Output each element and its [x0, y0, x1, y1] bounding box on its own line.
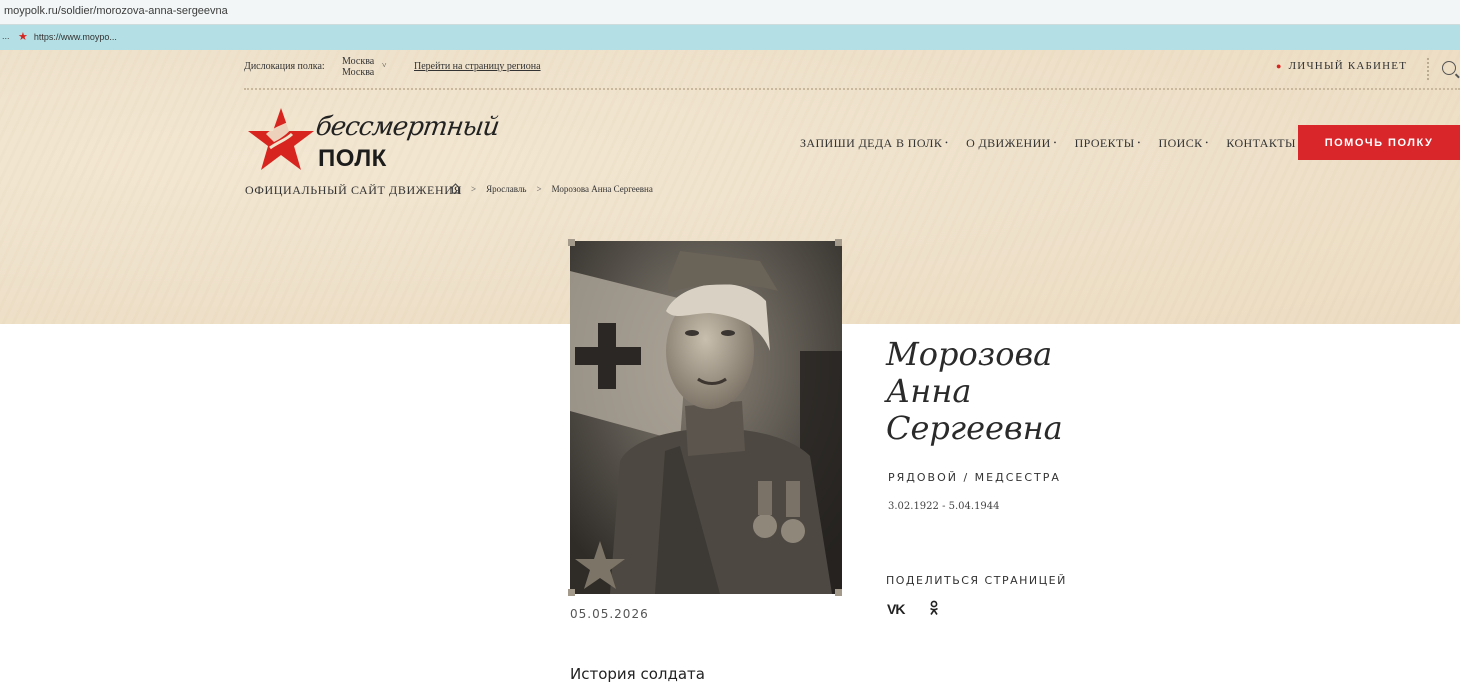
chevron-down-icon[interactable]: ˅	[382, 61, 387, 70]
breadcrumb: > Ярославль > Морозова Анна Сергеевна	[450, 183, 653, 194]
breadcrumb-separator: >	[536, 183, 542, 194]
dropdown-dot-icon: •	[945, 139, 949, 147]
home-icon[interactable]	[450, 183, 461, 194]
name-line: Анна	[886, 372, 972, 410]
nav-label: ПОИСК	[1158, 136, 1203, 150]
nav-item-contacts[interactable]: КОНТАКТЫ	[1226, 136, 1295, 151]
city-line-2: Москва	[342, 67, 375, 78]
share-label: ПОДЕЛИТЬСЯ СТРАНИЦЕЙ	[886, 574, 1067, 587]
nav-label: ПРОЕКТЫ	[1074, 136, 1135, 150]
history-heading: История солдата	[570, 665, 705, 683]
photo-corner	[835, 239, 842, 246]
divider	[244, 88, 1460, 90]
logo-script-text: бессмертный	[313, 112, 501, 142]
site-logo[interactable]: бессмертный ПОЛК	[244, 104, 501, 176]
region-page-link[interactable]: Перейти на страницу региона	[414, 61, 541, 72]
soldier-rank: РЯДОВОЙ / МЕДСЕСТРА	[888, 471, 1061, 484]
nav-item-about[interactable]: О ДВИЖЕНИИ •	[966, 136, 1056, 151]
odnoklassniki-icon[interactable]	[929, 600, 939, 616]
breadcrumb-item[interactable]: Ярославль	[486, 184, 526, 194]
address-bar[interactable]: moypolk.ru/soldier/morozova-anna-sergeev…	[0, 0, 1460, 25]
nav-label: ЗАПИШИ ДЕДА В ПОЛК	[800, 136, 943, 150]
photo-corner	[568, 589, 575, 596]
main-nav: ЗАПИШИ ДЕДА В ПОЛК • О ДВИЖЕНИИ • ПРОЕКТЫ •…	[800, 136, 1296, 151]
dislocation-label: Дислокация полка:	[244, 61, 325, 72]
bookmarks-bar: ... ★ https://www.moypo...	[0, 25, 1460, 50]
address-url[interactable]: moypolk.ru/soldier/morozova-anna-sergeev…	[4, 5, 228, 17]
dropdown-dot-icon: •	[1137, 139, 1141, 147]
name-line: Сергеевна	[886, 409, 1063, 447]
breadcrumb-separator: >	[471, 183, 477, 194]
nav-item-search[interactable]: ПОИСК •	[1159, 136, 1209, 151]
bookmark-item[interactable]: ★ https://www.moypo...	[18, 30, 117, 43]
divider	[1427, 58, 1429, 80]
city-line-1: Москва	[342, 56, 375, 67]
cabinet-label: ЛИЧНЫЙ КАБИНЕТ	[1288, 60, 1408, 72]
photo-corner	[835, 589, 842, 596]
nav-label: КОНТАКТЫ	[1226, 136, 1296, 150]
logo-polk-text: ПОЛК	[318, 145, 387, 172]
nav-item-projects[interactable]: ПРОЕКТЫ •	[1075, 136, 1141, 151]
bookmark-label: https://www.moypo...	[33, 31, 117, 42]
vk-icon[interactable]: VK	[887, 601, 905, 617]
nav-item-enlist[interactable]: ЗАПИШИ ДЕДА В ПОЛК •	[800, 136, 948, 151]
star-icon: ★	[18, 31, 28, 43]
soldier-name: Морозова Анна Сергеевна	[886, 336, 1063, 447]
photo-date: 05.05.2026	[570, 607, 649, 621]
dropdown-dot-icon: •	[1053, 139, 1057, 147]
help-regiment-button[interactable]: ПОМОЧЬ ПОЛКУ	[1298, 125, 1460, 160]
soldier-photo	[570, 241, 842, 594]
photo-corner	[568, 239, 575, 246]
personal-cabinet-link[interactable]: ● ЛИЧНЫЙ КАБИНЕТ	[1276, 60, 1407, 72]
breadcrumb-item-current: Морозова Анна Сергеевна	[551, 183, 653, 194]
bookmarks-leading: ...	[2, 31, 10, 41]
red-dot-icon: ●	[1276, 61, 1283, 71]
dropdown-dot-icon: •	[1205, 139, 1209, 147]
soldier-dates: 3.02.1922 - 5.04.1944	[888, 501, 1000, 512]
search-icon[interactable]	[1442, 61, 1456, 75]
city-selector[interactable]: Москва Москва	[342, 56, 374, 78]
red-star-icon	[248, 108, 314, 170]
name-line: Морозова	[886, 335, 1053, 373]
nav-label: О ДВИЖЕНИИ	[966, 136, 1051, 150]
site-tagline: ОФИЦИАЛЬНЫЙ САЙТ ДВИЖЕНИЯ	[245, 183, 463, 197]
